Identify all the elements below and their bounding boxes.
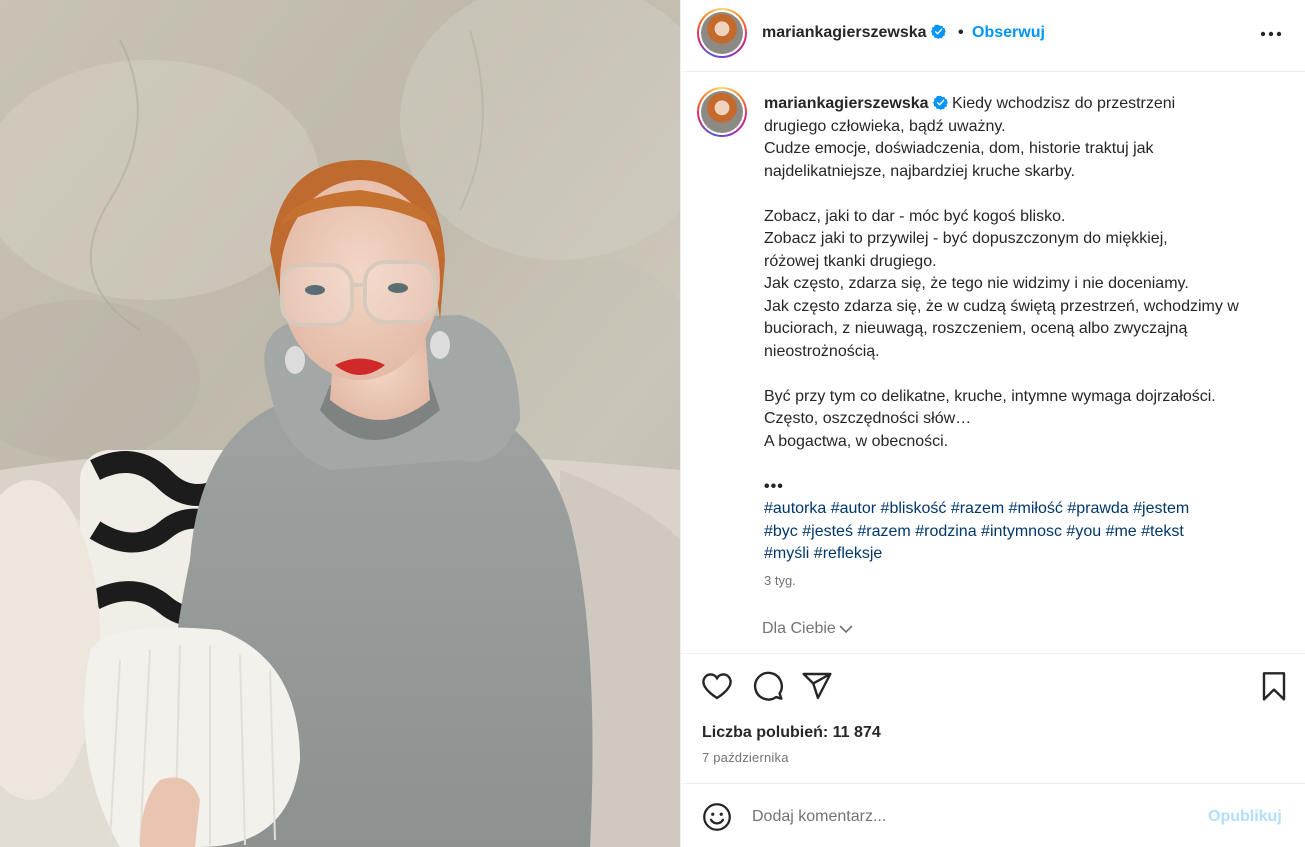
heart-icon[interactable]	[701, 670, 733, 702]
like-count[interactable]: Liczba polubień: 11 874	[702, 724, 881, 742]
caption-line: najdelikatniejsze, najbardziej kruche sk…	[764, 162, 1075, 180]
caption-line: Jak często zdarza się, że w cudzą świętą…	[764, 297, 1239, 315]
header-separator: •	[958, 24, 964, 41]
bookmark-icon[interactable]	[1258, 670, 1290, 702]
caption-line: Być przy tym co delikatne, kruche, intym…	[764, 387, 1216, 405]
for-you-label: Dla Ciebie	[762, 620, 836, 637]
caption-line: Cudze emocje, doświadczenia, dom, histor…	[764, 140, 1154, 157]
hashtag-link[interactable]: #autorka	[764, 500, 826, 517]
hashtag-link[interactable]: #razem	[857, 523, 910, 540]
hashtag-link[interactable]: #refleksje	[814, 545, 882, 562]
caption-username[interactable]: mariankagierszewska	[764, 95, 929, 112]
caption-line: Często, oszczędności słów…	[764, 410, 972, 427]
comment-bar: Opublikuj	[681, 783, 1305, 847]
comment-input[interactable]	[752, 804, 1192, 830]
hashtag-link[interactable]: #prawda	[1067, 500, 1128, 517]
caption-line: buciorach, z nieuwagą, roszczeniem, ocen…	[764, 320, 1188, 337]
hashtag-link[interactable]: #myśli	[764, 545, 809, 562]
caption-line: Jak często, zdarza się, że tego nie widz…	[764, 275, 1189, 292]
send-icon[interactable]	[801, 670, 833, 702]
caption-line: nieostrożnością.	[764, 342, 880, 360]
post-actions: Liczba polubień: 11 874 7 października	[681, 653, 1305, 783]
post-date: 7 października	[702, 750, 789, 765]
hashtag-link[interactable]: #you	[1066, 523, 1101, 540]
hashtag-link[interactable]: #autor	[831, 500, 876, 517]
hashtag-link[interactable]: #tekst	[1141, 523, 1184, 540]
hashtag-link[interactable]: #byc	[764, 523, 798, 540]
post-photo-illustration	[0, 0, 680, 847]
hashtag-link[interactable]: #bliskość	[881, 500, 947, 517]
for-you-dropdown[interactable]: Dla Ciebie	[762, 620, 853, 638]
caption-line: Kiedy wchodzisz do przestrzeni	[952, 95, 1176, 112]
hashtag-link[interactable]: #miłość	[1009, 500, 1063, 517]
follow-button[interactable]: Obserwuj	[972, 24, 1045, 42]
hashtag-block: #autorka #autor #bliskość #razem #miłość…	[764, 498, 1274, 566]
hashtag-link[interactable]: #rodzina	[915, 523, 976, 540]
author-avatar[interactable]	[697, 8, 747, 58]
publish-button[interactable]: Opublikuj	[1208, 808, 1282, 826]
hashtag-link[interactable]: #intymnosc	[981, 523, 1062, 540]
hashtag-row: #autorka #autor #bliskość #razem #miłość…	[764, 498, 1274, 521]
hashtag-link[interactable]: #me	[1106, 523, 1137, 540]
caption-line: A bogactwa, w obecności.	[764, 432, 949, 450]
hashtag-row: #byc #jesteś #razem #rodzina #intymnosc …	[764, 521, 1274, 544]
caption-section: mariankagierszewska Kiedy wchodzisz do p…	[681, 73, 1305, 653]
post-header: mariankagierszewska • Obserwuj	[681, 0, 1305, 72]
verified-badge-icon	[930, 24, 946, 39]
author-username[interactable]: mariankagierszewska	[762, 24, 946, 42]
caption-line: drugiego człowieka, bądź uważny.	[764, 117, 1006, 135]
caption-ellipsis: •••	[764, 477, 784, 495]
post-time-ago[interactable]: 3 tyg.	[764, 573, 796, 588]
hashtag-link[interactable]: #razem	[951, 500, 1004, 517]
hashtag-link[interactable]: #jesteś	[802, 523, 853, 540]
emoji-icon[interactable]	[702, 802, 732, 832]
caption-text: mariankagierszewska Kiedy wchodzisz do p…	[764, 93, 1274, 566]
caption-line: Zobacz jaki to przywilej - być dopuszczo…	[764, 230, 1168, 247]
comment-icon[interactable]	[752, 670, 784, 702]
caption-line: różowej tkanki drugiego.	[764, 252, 937, 270]
post-photo[interactable]	[0, 0, 680, 847]
hashtag-row: #myśli #refleksje	[764, 543, 1274, 566]
hashtag-link[interactable]: #jestem	[1133, 500, 1189, 517]
caption-line: Zobacz, jaki to dar - móc być kogoś blis…	[764, 207, 1066, 225]
chevron-down-icon	[839, 625, 853, 634]
more-options-icon[interactable]	[1257, 22, 1285, 46]
post-side-panel: mariankagierszewska • Obserwuj mariankag…	[680, 0, 1305, 847]
caption-author-avatar[interactable]	[697, 87, 747, 137]
caption-verified-badge-icon	[932, 95, 948, 110]
